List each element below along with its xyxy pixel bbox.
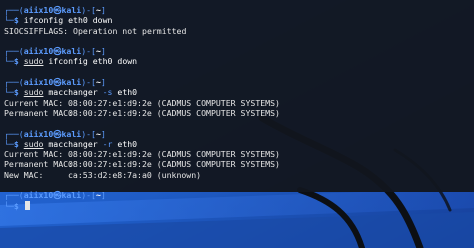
- command-arg: eth0: [112, 87, 138, 98]
- prompt-end: ]: [100, 5, 106, 15]
- terminal-window[interactable]: ┌──(aiix10㉿kali)-[~] └─$ ifconfig eth0 d…: [0, 0, 474, 211]
- output-line: New MAC: ca:53:d2:e8:7a:a0 (unknown): [4, 170, 474, 180]
- prompt-end: ]: [100, 190, 106, 201]
- prompt-user-host: aiix10㉿kali: [23, 77, 82, 88]
- prompt-open: ┌──(: [4, 128, 24, 139]
- prompt-open: ┌──(: [4, 77, 24, 88]
- output-line: Permanent MAC:08:00:27:e1:d9:2e (CADMUS …: [4, 159, 474, 169]
- mac-value: 08:00:27:e1:d9:2e (CADMUS COMPUTER SYSTE…: [68, 97, 280, 108]
- command-line: └─$ ifconfig eth0 down: [4, 15, 474, 25]
- prompt-end: ]: [100, 46, 106, 57]
- mac-value: 08:00:27:e1:d9:2e (CADMUS COMPUTER SYSTE…: [68, 149, 280, 160]
- prompt-line: ┌──(aiix10㉿kali)-[~]: [4, 77, 474, 87]
- prompt-line: ┌──(aiix10㉿kali)-[~]: [4, 129, 474, 139]
- prompt-user-host: aiix10㉿kali: [23, 190, 82, 201]
- command-text: macchanger: [43, 138, 103, 149]
- prompt-dollar: $: [13, 138, 19, 149]
- prompt-dollar: $: [13, 200, 19, 211]
- sudo-keyword: sudo: [23, 87, 44, 98]
- text-cursor: [24, 200, 30, 210]
- command-arg: eth0: [112, 138, 138, 149]
- prompt-corner: └─: [4, 138, 14, 149]
- command-line: └─$ sudo macchanger -s eth0: [4, 87, 474, 97]
- prompt-close: )-[: [81, 77, 96, 88]
- prompt-end: ]: [100, 128, 106, 139]
- prompt-user-host: aiix10㉿kali: [23, 5, 82, 15]
- mac-value: ca:53:d2:e8:7a:a0 (unknown): [68, 169, 202, 180]
- command-input-line[interactable]: └─$: [4, 200, 474, 211]
- prompt-corner: └─: [4, 56, 14, 67]
- prompt-corner: └─: [4, 87, 14, 98]
- mac-label: New MAC:: [4, 169, 44, 180]
- command-text: ifconfig eth0 down: [23, 15, 113, 26]
- mac-value: 08:00:27:e1:d9:2e (CADMUS COMPUTER SYSTE…: [68, 159, 280, 170]
- prompt-corner: └─: [4, 15, 14, 26]
- mac-label: Permanent MAC:: [4, 107, 74, 118]
- prompt-close: )-[: [81, 190, 96, 201]
- prompt-close: )-[: [81, 128, 96, 139]
- command-flag: -s: [102, 87, 113, 98]
- output-line: Permanent MAC:08:00:27:e1:d9:2e (CADMUS …: [4, 108, 474, 118]
- command-text: ifconfig eth0 down: [43, 56, 138, 67]
- mac-value: 08:00:27:e1:d9:2e (CADMUS COMPUTER SYSTE…: [68, 107, 280, 118]
- prompt-line: ┌──(aiix10㉿kali)-[~]: [4, 190, 474, 200]
- sudo-keyword: sudo: [23, 56, 44, 67]
- prompt-user-host: aiix10㉿kali: [23, 128, 82, 139]
- command-line: └─$ sudo macchanger -r eth0: [4, 139, 474, 149]
- prompt-dollar: $: [13, 15, 19, 26]
- command-line: └─$ sudo ifconfig eth0 down: [4, 56, 474, 66]
- output-line: Current MAC: 08:00:27:e1:d9:2e (CADMUS CO…: [4, 98, 474, 108]
- mac-label: Permanent MAC:: [4, 159, 74, 170]
- prompt-end: ]: [100, 77, 106, 88]
- prompt-corner: └─: [4, 200, 14, 211]
- prompt-line: ┌──(aiix10㉿kali)-[~]: [4, 5, 474, 15]
- output-line: SIOCSIFFLAGS: Operation not permitted: [4, 25, 187, 36]
- prompt-line: ┌──(aiix10㉿kali)-[~]: [4, 46, 474, 56]
- output-line: Current MAC: 08:00:27:e1:d9:2e (CADMUS CO…: [4, 149, 474, 159]
- prompt-dollar: $: [13, 87, 19, 98]
- prompt-close: )-[: [81, 5, 96, 15]
- prompt-open: ┌──(: [4, 46, 24, 57]
- prompt-user-host: aiix10㉿kali: [23, 46, 82, 57]
- command-flag: -r: [102, 138, 113, 149]
- prompt-dollar: $: [13, 56, 19, 67]
- prompt-open: ┌──(: [4, 190, 24, 201]
- prompt-open: ┌──(: [4, 5, 24, 15]
- mac-label: Current MAC:: [4, 97, 64, 108]
- prompt-close: )-[: [81, 46, 96, 57]
- sudo-keyword: sudo: [23, 138, 44, 149]
- mac-label: Current MAC:: [4, 149, 64, 160]
- command-text: macchanger: [43, 87, 103, 98]
